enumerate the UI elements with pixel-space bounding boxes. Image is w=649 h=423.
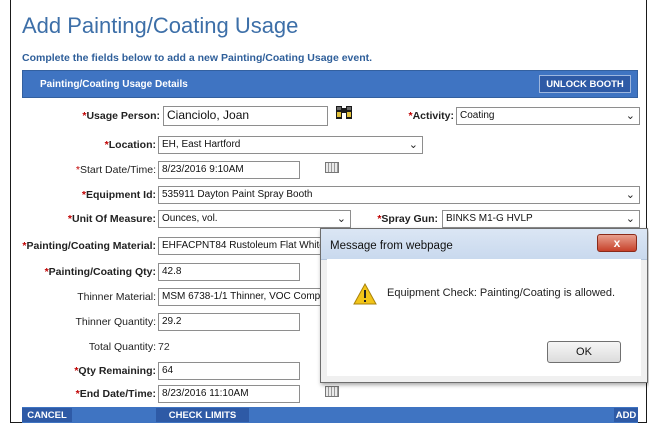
check-limits-button[interactable]: CHECK LIMITS bbox=[156, 408, 249, 422]
section-header: Painting/Coating Usage Details UNLOCK BO… bbox=[22, 70, 638, 98]
location-value: EH, East Hartford bbox=[162, 139, 241, 150]
dialog-close-button[interactable]: x bbox=[597, 234, 637, 252]
message-dialog: Message from webpage x Equipment Check: … bbox=[320, 228, 648, 383]
unit-of-measure-label: *Unit Of Measure: bbox=[67, 213, 156, 225]
ok-button[interactable]: OK bbox=[547, 341, 621, 363]
page-title: Add Painting/Coating Usage bbox=[22, 13, 299, 38]
usage-person-label: *Usage Person: bbox=[82, 110, 160, 122]
location-label: *Location: bbox=[104, 139, 156, 151]
start-datetime-input[interactable]: 8/23/2016 9:10AM bbox=[158, 161, 300, 179]
qty-remaining-label: *Qty Remaining: bbox=[74, 365, 156, 377]
dialog-titlebar[interactable]: Message from webpage x bbox=[321, 229, 647, 260]
dialog-message: Equipment Check: Painting/Coating is all… bbox=[387, 287, 616, 299]
unlock-booth-button[interactable]: UNLOCK BOOTH bbox=[539, 75, 631, 93]
warning-icon bbox=[353, 282, 377, 305]
activity-select[interactable]: Coating ⌄ bbox=[456, 107, 640, 125]
equipment-id-value: 535911 Dayton Paint Spray Booth bbox=[162, 189, 313, 200]
chevron-down-icon: ⌄ bbox=[336, 213, 346, 225]
unit-of-measure-value: Ounces, vol. bbox=[162, 213, 218, 224]
cancel-button[interactable]: CANCEL bbox=[22, 408, 72, 422]
total-qty-value: 72 bbox=[158, 341, 170, 353]
activity-label: *Activity: bbox=[408, 110, 454, 122]
qty-label: *Painting/Coating Qty: bbox=[44, 266, 156, 278]
qty-input[interactable]: 42.8 bbox=[158, 263, 300, 281]
activity-value: Coating bbox=[460, 110, 495, 121]
spray-gun-value: BINKS M1-G HVLP bbox=[446, 213, 533, 224]
chevron-down-icon: ⌄ bbox=[408, 139, 418, 151]
chevron-down-icon: ⌄ bbox=[625, 213, 635, 225]
equipment-id-label: *Equipment Id: bbox=[81, 189, 156, 201]
end-datetime-input[interactable]: 8/23/2016 11:10AM bbox=[158, 385, 300, 403]
section-title: Painting/Coating Usage Details bbox=[40, 79, 188, 90]
chevron-down-icon: ⌄ bbox=[625, 189, 635, 201]
material-label: *Painting/Coating Material: bbox=[22, 240, 156, 252]
add-button[interactable]: ADD bbox=[614, 408, 638, 422]
action-bar: CANCEL CHECK LIMITS ADD bbox=[22, 407, 638, 423]
end-datetime-label: *End Date/Time: bbox=[75, 388, 156, 400]
dialog-body: Equipment Check: Painting/Coating is all… bbox=[327, 259, 641, 376]
calendar-icon[interactable] bbox=[325, 162, 339, 173]
usage-person-input[interactable]: Cianciolo, Joan bbox=[163, 106, 328, 126]
spray-gun-label: *Spray Gun: bbox=[377, 213, 438, 225]
thinner-qty-label: Thinner Quantity: bbox=[75, 316, 156, 328]
total-qty-label: Total Quantity: bbox=[88, 341, 156, 353]
thinner-material-input[interactable]: MSM 6738-1/1 Thinner, VOC Comple bbox=[158, 288, 333, 306]
chevron-down-icon: ⌄ bbox=[625, 110, 635, 122]
thinner-qty-input[interactable]: 29.2 bbox=[158, 313, 300, 331]
material-input[interactable]: EHFACPNT84 Rustoleum Flat White bbox=[158, 237, 333, 255]
location-select[interactable]: EH, East Hartford ⌄ bbox=[158, 136, 423, 154]
spray-gun-select[interactable]: BINKS M1-G HVLP ⌄ bbox=[442, 210, 640, 228]
thinner-material-label: Thinner Material: bbox=[77, 291, 156, 303]
dialog-title: Message from webpage bbox=[330, 240, 453, 252]
page-subtitle: Complete the fields below to add a new P… bbox=[22, 52, 373, 64]
binoculars-icon[interactable] bbox=[334, 104, 354, 122]
calendar-icon[interactable] bbox=[325, 386, 339, 397]
start-datetime-label: *Start Date/Time: bbox=[75, 164, 156, 176]
qty-remaining-input[interactable]: 64 bbox=[158, 362, 300, 380]
unit-of-measure-select[interactable]: Ounces, vol. ⌄ bbox=[158, 210, 351, 228]
equipment-id-select[interactable]: 535911 Dayton Paint Spray Booth ⌄ bbox=[158, 186, 640, 204]
